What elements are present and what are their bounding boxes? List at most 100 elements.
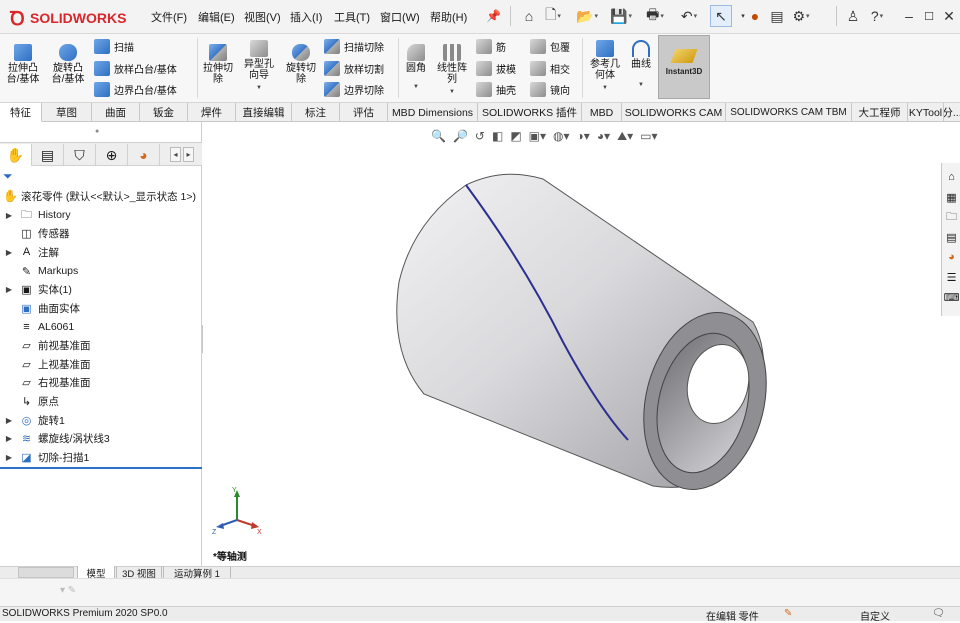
expand-icon[interactable]: ▶ — [3, 285, 15, 294]
tab-mbd-dimensions[interactable]: MBD Dimensions — [388, 103, 478, 122]
curves-button[interactable]: 曲线 ▼ — [626, 40, 656, 91]
tab-surfaces[interactable]: 曲面 — [92, 103, 140, 122]
revolve-boss-button[interactable]: 旋转凸 台/基体 — [49, 44, 87, 85]
undo-icon[interactable]: ↶ ▾ — [678, 5, 700, 27]
linear-pattern-dropdown-icon[interactable]: ▼ — [449, 87, 455, 98]
tree-item-markups[interactable]: ✎ Markups — [0, 262, 200, 280]
sw-resources-icon[interactable]: ⌂ — [944, 169, 959, 185]
tree-item-history[interactable]: ▶ 🗀 History — [0, 206, 200, 224]
sweep-button[interactable]: 扫描 — [94, 37, 134, 55]
panel-scroll-right-icon[interactable]: ▸ — [183, 147, 194, 162]
tab-sheet-metal[interactable]: 钣金 — [140, 103, 188, 122]
tab-solidworks-cam-tbm[interactable]: SOLIDWORKS CAM TBM — [726, 103, 852, 122]
custom-properties-icon[interactable]: ☰ — [944, 269, 959, 285]
menu-insert[interactable]: 插入(I) — [290, 9, 322, 25]
tree-item-annotations[interactable]: ▶ A 注解 — [0, 243, 200, 261]
appearances-icon[interactable]: ◕ — [944, 249, 959, 265]
graphics-area[interactable]: 🔍 🔎 ↺ ◧ ◩ ▣▾ ◍▾ ◑▾ ◕▾ ⛰▾ ▭▾ — [203, 122, 941, 566]
tree-item-material[interactable]: ≡ AL6061 — [0, 318, 200, 336]
menu-edit[interactable]: 编辑(E) — [198, 9, 235, 25]
boundary-boss-button[interactable]: 边界凸台/基体 — [94, 80, 177, 98]
menu-file[interactable]: 文件(F) — [151, 9, 187, 25]
design-library-icon[interactable]: ▦ — [944, 189, 959, 205]
tab-big-engineer[interactable]: 大工程师 — [852, 103, 908, 122]
tree-item-top-plane[interactable]: ▱ 上视基准面 — [0, 355, 200, 373]
expand-icon[interactable]: ▶ — [3, 453, 15, 462]
tree-item-solid-bodies[interactable]: ▶ ▣ 实体(1) — [0, 280, 200, 298]
rebuild-indicator-icon[interactable]: ✎ — [784, 608, 792, 619]
tab-more[interactable]: 分... — [944, 103, 960, 122]
expand-icon[interactable]: ▶ — [3, 211, 15, 220]
tab-solidworks-addins[interactable]: SOLIDWORKS 插件 — [478, 103, 582, 122]
restore-icon[interactable]: ☐ — [918, 5, 940, 27]
file-explorer-icon[interactable]: 🗀 — [944, 209, 959, 225]
extrude-boss-button[interactable]: 拉伸凸 台/基体 — [5, 44, 41, 85]
expand-icon[interactable]: ▶ — [3, 434, 15, 443]
boundary-cut-button[interactable]: 边界切除 — [324, 80, 384, 98]
menu-window[interactable]: 窗口(W) — [380, 9, 420, 25]
tab-mbd[interactable]: MBD — [582, 103, 622, 122]
tab-solidworks-cam[interactable]: SOLIDWORKS CAM — [622, 103, 726, 122]
solidworks-logo[interactable]: Ꝺ SOLIDWORKS — [6, 5, 130, 30]
tree-item-sensors[interactable]: ◫ 传感器 — [0, 224, 200, 242]
configuration-manager-tab-icon[interactable]: ⛉ — [64, 144, 96, 166]
tab-kytool[interactable]: KYTool — [908, 103, 944, 122]
tab-evaluate[interactable]: 评估 — [340, 103, 388, 122]
reference-geometry-button[interactable]: 参考几 何体 ▼ — [586, 40, 624, 94]
help-icon[interactable]: ? ▾ — [866, 5, 888, 27]
sleeve-model[interactable] — [396, 173, 784, 502]
tab-features[interactable]: 特征 — [0, 103, 42, 122]
draft-button[interactable]: 拔模 — [476, 59, 516, 77]
new-doc-icon[interactable]: 🗋 ▾ — [542, 5, 564, 27]
property-manager-tab-icon[interactable]: ▤ — [32, 144, 64, 166]
filter-icon[interactable]: ⏷ — [3, 169, 13, 184]
extrude-cut-button[interactable]: 拉伸切 除 — [199, 44, 237, 85]
wrap-button[interactable]: 包覆 — [530, 37, 570, 55]
user-icon[interactable]: ♙ — [842, 5, 864, 27]
expand-icon[interactable]: ▶ — [3, 248, 15, 257]
tree-item-revolve1[interactable]: ▶ ◎ 旋转1 — [0, 411, 200, 429]
intersect-button[interactable]: 相交 — [530, 59, 570, 77]
tree-item-right-plane[interactable]: ▱ 右视基准面 — [0, 373, 200, 391]
reference-geometry-dropdown-icon[interactable]: ▼ — [602, 83, 608, 94]
loft-boss-button[interactable]: 放样凸台/基体 — [94, 59, 177, 77]
instant3d-button[interactable]: Instant3D — [658, 35, 710, 99]
dimxpert-manager-tab-icon[interactable]: ⊕ — [96, 144, 128, 166]
menu-tools[interactable]: 工具(T) — [334, 9, 370, 25]
file-props-icon[interactable]: ▤ — [766, 5, 788, 27]
panel-grip-icon[interactable]: ● — [95, 128, 99, 135]
expand-icon[interactable]: ▶ — [3, 416, 15, 425]
menu-help[interactable]: 帮助(H) — [430, 9, 467, 25]
tab-markup[interactable]: 标注 — [292, 103, 340, 122]
tree-root[interactable]: ✋ 滚花零件 (默认<<默认>_显示状态 1>) — [3, 188, 196, 204]
tab-weldments[interactable]: 焊件 — [188, 103, 236, 122]
fillet-button[interactable]: 圆角 ▼ — [402, 44, 430, 93]
linear-pattern-button[interactable]: 线性阵 列 ▼ — [434, 44, 470, 98]
pin-menu-icon[interactable]: 📌 — [486, 9, 501, 23]
tree-item-helix3[interactable]: ▶ ≋ 螺旋线/涡状线3 — [0, 429, 200, 447]
display-manager-tab-icon[interactable]: ◕ — [128, 144, 160, 166]
minimize-icon[interactable]: – — [898, 5, 920, 27]
tree-item-origin[interactable]: ↳ 原点 — [0, 392, 200, 410]
panel-scroll-left-icon[interactable]: ◂ — [170, 147, 181, 162]
swept-cut-button[interactable]: 扫描切除 — [324, 37, 384, 55]
lofted-cut-button[interactable]: 放样切割 — [324, 59, 384, 77]
revolve-cut-button[interactable]: 旋转切 除 — [282, 44, 320, 85]
fillet-dropdown-icon[interactable]: ▼ — [413, 82, 419, 93]
tab-scroll-icon[interactable] — [18, 567, 74, 578]
select-icon[interactable]: ↖ — [710, 5, 732, 27]
rib-button[interactable]: 筋 — [476, 37, 506, 55]
view-palette-icon[interactable]: ▤ — [944, 229, 959, 245]
menu-view[interactable]: 视图(V) — [244, 9, 281, 25]
tree-item-surface-bodies[interactable]: ▣ 曲面实体 — [0, 299, 200, 317]
curves-dropdown-icon[interactable]: ▼ — [638, 80, 644, 91]
help-chat-icon[interactable]: 🗨 — [932, 608, 945, 619]
rebuild-icon[interactable]: ● — [744, 5, 766, 27]
open-icon[interactable]: 📂 ▾ — [576, 5, 598, 27]
tree-item-cut-sweep1[interactable]: ▶ ◪ 切除-扫描1 — [0, 448, 200, 466]
hole-wizard-dropdown-icon[interactable]: ▼ — [256, 83, 262, 94]
options-icon[interactable]: ⚙ ▾ — [790, 5, 812, 27]
hole-wizard-button[interactable]: 异型孔 向导 ▼ — [240, 40, 278, 94]
print-icon[interactable]: 🖶 ▾ — [644, 5, 666, 27]
tree-item-front-plane[interactable]: ▱ 前视基准面 — [0, 336, 200, 354]
